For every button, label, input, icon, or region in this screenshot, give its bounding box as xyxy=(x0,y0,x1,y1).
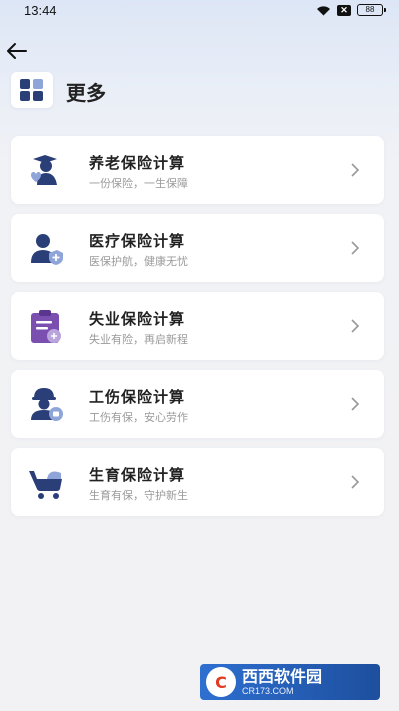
card-medical-calc[interactable]: 医疗保险计算 医保护航，健康无忧 xyxy=(11,214,384,282)
grid-apps-icon xyxy=(20,79,43,101)
header-icon-box xyxy=(11,72,53,108)
medical-icon xyxy=(27,229,65,267)
watermark-brand: 西西软件园 xyxy=(242,666,323,686)
page-title: 更多 xyxy=(66,81,106,105)
chevron-right-icon xyxy=(350,475,360,489)
card-subtitle: 一份保险，一生保障 xyxy=(89,177,188,190)
battery-icon: 88 xyxy=(357,4,386,16)
chevron-right-icon xyxy=(350,319,360,333)
maternity-icon xyxy=(27,463,65,501)
back-arrow-icon xyxy=(7,43,27,59)
card-subtitle: 工伤有保，安心劳作 xyxy=(89,411,188,424)
watermark-logo-icon: C xyxy=(206,667,236,697)
back-button[interactable] xyxy=(6,42,30,62)
card-subtitle: 医保护航，健康无忧 xyxy=(89,255,188,268)
wifi-icon xyxy=(316,5,331,16)
chevron-right-icon xyxy=(350,163,360,177)
watermark-logo-badge: C 西西软件园 CR173.COM xyxy=(200,664,380,700)
status-icons: ✕ 88 xyxy=(316,4,386,16)
card-work-injury-calc[interactable]: 工伤保险计算 工伤有保，安心劳作 xyxy=(11,370,384,438)
unemployment-icon xyxy=(27,307,65,345)
card-subtitle: 失业有险，再启新程 xyxy=(89,333,188,346)
status-time: 13:44 xyxy=(24,3,57,18)
chevron-right-icon xyxy=(350,241,360,255)
card-title: 失业保险计算 xyxy=(89,310,186,328)
card-title: 生育保险计算 xyxy=(89,466,186,484)
card-maternity-calc[interactable]: 生育保险计算 生育有保，守护新生 xyxy=(11,448,384,516)
card-title: 养老保险计算 xyxy=(89,154,186,172)
watermark-text: 西西软件园 CR173.COM xyxy=(242,666,323,697)
x-icon: ✕ xyxy=(337,4,351,16)
card-unemployment-calc[interactable]: 失业保险计算 失业有险，再启新程 xyxy=(11,292,384,360)
chevron-right-icon xyxy=(350,397,360,411)
card-title: 医疗保险计算 xyxy=(89,232,186,250)
status-bar: 13:44 ✕ 88 xyxy=(0,0,399,22)
pension-icon xyxy=(27,151,65,189)
work-injury-icon xyxy=(27,385,65,423)
card-title: 工伤保险计算 xyxy=(89,388,186,406)
watermark-url: CR173.COM xyxy=(242,685,294,696)
card-pension-calc[interactable]: 养老保险计算 一份保险，一生保障 xyxy=(11,136,384,204)
card-subtitle: 生育有保，守护新生 xyxy=(89,489,188,502)
